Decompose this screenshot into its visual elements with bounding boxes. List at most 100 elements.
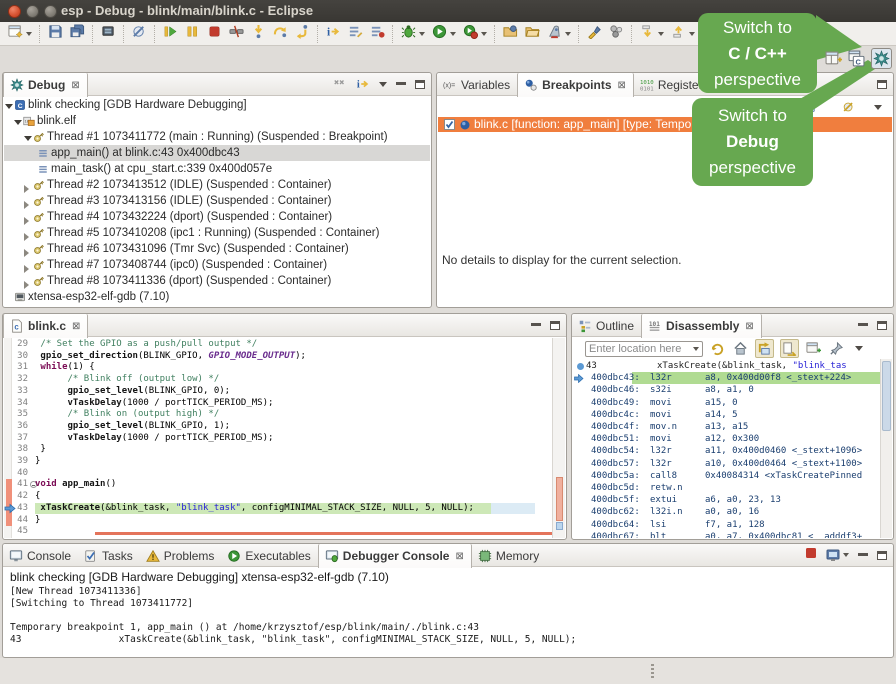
resume-button[interactable] (162, 24, 179, 44)
debug-tree-row[interactable]: 10blink.elf (4, 113, 430, 129)
close-icon[interactable]: ⊠ (72, 321, 80, 332)
disassembly-listing[interactable]: 43xTaskCreate(&blink_task, "blink_tas400… (573, 359, 880, 538)
overview-ruler[interactable] (552, 338, 565, 538)
external-tools-button[interactable] (546, 24, 572, 44)
next-annotation-button[interactable] (639, 24, 665, 44)
breakpoint-row[interactable]: blink.c [function: app_main] [type: Temp… (438, 117, 892, 132)
dropdown-arrow-icon[interactable] (565, 32, 571, 36)
show-source-button[interactable] (780, 339, 799, 358)
dropdown-arrow-icon[interactable] (450, 32, 456, 36)
tab-tasks[interactable]: Tasks (78, 544, 140, 567)
statusbar-grip[interactable] (651, 664, 654, 679)
skip-breakpoints-button[interactable] (131, 24, 148, 44)
debug-tree-row[interactable]: Thread #6 1073431096 (Tmr Svc) (Suspende… (4, 241, 430, 257)
debug-bug-button[interactable] (400, 24, 426, 44)
console-output[interactable]: blink checking [GDB Hardware Debugging] … (4, 568, 892, 656)
window-close-button[interactable] (8, 5, 21, 18)
tab-blink-c[interactable]: c blink.c ⊠ (3, 314, 88, 338)
new-wizard-button[interactable] (7, 24, 33, 44)
instruction-mode-button[interactable] (369, 24, 386, 44)
debug-perspective-button[interactable] (871, 48, 892, 69)
disassembly-scrollbar[interactable] (880, 359, 892, 538)
close-icon[interactable]: ⊠ (455, 551, 463, 562)
view-menu-icon[interactable] (874, 105, 882, 110)
show-lines-button[interactable] (347, 24, 364, 44)
debug-tree-row[interactable]: xtensa-esp32-elf-gdb (7.10) (4, 289, 430, 305)
debug-tree-row[interactable]: Thread #2 1073413512 (IDLE) (Suspended :… (4, 177, 430, 193)
maximize-icon[interactable] (877, 80, 887, 89)
instruction-step-button[interactable]: i (325, 24, 342, 44)
debug-tree-row[interactable]: Thread #1 1073411772 (main : Running) (S… (4, 129, 430, 145)
window-minimize-button[interactable] (26, 5, 39, 18)
debug-tree-row[interactable]: app_main() at blink.c:43 0x400dbc43 (4, 145, 430, 161)
sync-selection-button[interactable] (755, 339, 774, 358)
minimize-icon[interactable] (858, 323, 868, 327)
step-into-button[interactable] (250, 24, 267, 44)
close-icon[interactable]: ⊠ (71, 80, 79, 91)
disconnect-button[interactable] (228, 24, 245, 44)
view-menu-icon[interactable] (855, 346, 863, 351)
dropdown-arrow-icon[interactable] (481, 32, 487, 36)
debug-tree-row[interactable]: Cblink checking [GDB Hardware Debugging] (4, 97, 430, 113)
maximize-icon[interactable] (550, 321, 560, 330)
maximize-icon[interactable] (415, 80, 425, 89)
minimize-icon[interactable] (396, 82, 406, 86)
dropdown-arrow-icon[interactable] (689, 32, 695, 36)
suspend-button[interactable] (184, 24, 201, 44)
combo-dropdown-icon[interactable] (693, 347, 699, 351)
prev-annotation-button[interactable] (670, 24, 696, 44)
debug-tree-row[interactable]: Thread #3 1073413156 (IDLE) (Suspended :… (4, 193, 430, 209)
maximize-icon[interactable] (877, 321, 887, 330)
code-editor[interactable]: 29 /* Set the GPIO as a push/pull output… (4, 338, 565, 538)
open-folder-button[interactable] (524, 24, 541, 44)
breakpoint-checkbox[interactable] (444, 119, 455, 130)
tab-disassembly[interactable]: 101Disassembly⊠ (641, 314, 762, 338)
spheres-button[interactable] (608, 24, 625, 44)
tab-debugger-console[interactable]: Debugger Console⊠ (318, 544, 472, 568)
new-project-folder-button[interactable] (502, 24, 519, 44)
tab-variables[interactable]: (x)=Variables (437, 73, 517, 96)
view-menu-icon[interactable] (379, 82, 387, 87)
minimize-icon[interactable] (531, 323, 541, 327)
flash-button[interactable] (100, 24, 117, 44)
pin-view-button[interactable] (828, 340, 845, 357)
new-view-button[interactable] (805, 340, 822, 357)
window-maximize-button[interactable] (44, 5, 57, 18)
debug-tree-row[interactable]: Thread #5 1073410208 (ipc1 : Running) (S… (4, 225, 430, 241)
close-icon[interactable]: ⊠ (618, 80, 626, 91)
location-combo[interactable]: Enter location here (585, 341, 703, 357)
step-return-button[interactable] (294, 24, 311, 44)
remove-all-terminated-button[interactable] (333, 77, 347, 91)
terminate-console-button[interactable] (805, 546, 817, 564)
dropdown-arrow-icon[interactable] (26, 32, 32, 36)
tab-executables[interactable]: Executables (221, 544, 317, 567)
instruction-stepping-button[interactable]: i (356, 77, 370, 91)
debug-tree-row[interactable]: Thread #8 1073411336 (dport) (Suspended … (4, 273, 430, 289)
display-console-button[interactable] (826, 549, 849, 562)
run-button[interactable] (431, 24, 457, 44)
tab-memory[interactable]: Memory (472, 544, 546, 567)
debug-tree-row[interactable]: Thread #7 1073408744 (ipc0) (Suspended :… (4, 257, 430, 273)
tab-breakpoints[interactable]: Breakpoints⊠ (517, 73, 634, 97)
close-icon[interactable]: ⊠ (745, 321, 753, 332)
tab-problems[interactable]: Problems (140, 544, 222, 567)
profile-button[interactable] (462, 24, 488, 44)
save-button[interactable] (47, 24, 64, 44)
home-button[interactable] (732, 340, 749, 357)
terminate-button[interactable] (206, 24, 223, 44)
tab-console[interactable]: Console (3, 544, 78, 567)
refresh-button[interactable] (709, 340, 726, 357)
debug-tree-row[interactable]: main_task() at cpu_start.c:339 0x400d057… (4, 161, 430, 177)
skip-all-breakpoints-button[interactable] (842, 100, 856, 114)
maximize-icon[interactable] (877, 551, 887, 560)
debug-tree-row[interactable]: Thread #4 1073432224 (dport) (Suspended … (4, 209, 430, 225)
tab-debug[interactable]: Debug ⊠ (3, 73, 88, 97)
open-element-button[interactable] (586, 24, 603, 44)
dropdown-arrow-icon[interactable] (658, 32, 664, 36)
step-over-button[interactable] (272, 24, 289, 44)
cpp-perspective-button[interactable]: C (848, 50, 865, 67)
dropdown-arrow-icon[interactable] (419, 32, 425, 36)
minimize-icon[interactable] (858, 553, 868, 557)
tab-outline[interactable]: Outline (572, 314, 641, 337)
save-all-button[interactable] (69, 24, 86, 44)
